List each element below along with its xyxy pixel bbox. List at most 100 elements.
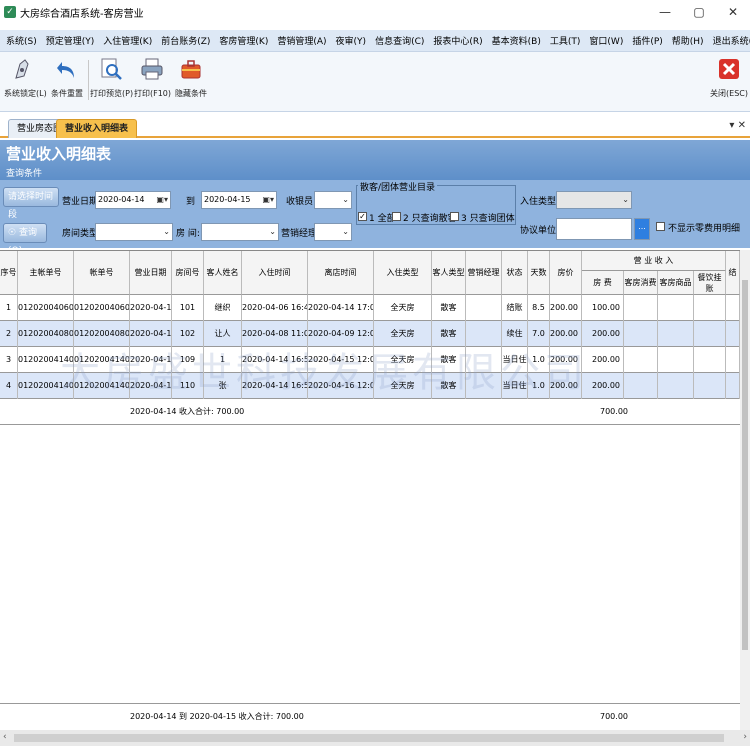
close-window-button[interactable]: ✕	[716, 0, 750, 24]
query-conditions-label: 查询条件	[6, 169, 43, 179]
option-group-checkbox[interactable]	[450, 212, 459, 221]
query-button[interactable]: ☉ 查询(Q)	[3, 223, 47, 256]
guest-type-group-title: 散客/团体营业目录	[358, 180, 438, 193]
reset-conditions-button[interactable]: 条件重置	[48, 56, 86, 99]
col-header-rate[interactable]: 房价	[550, 251, 582, 295]
print-button[interactable]: 打印(F10)	[134, 56, 171, 99]
menu-window[interactable]: 窗口(W)	[589, 34, 623, 47]
room-label: 房 间:	[176, 229, 200, 239]
menu-query[interactable]: 信息查询(C)	[375, 34, 424, 47]
menu-bar: 系统(S) 预定管理(Y) 入住管理(K) 前台账务(Z) 客房管理(K) 营销…	[0, 30, 750, 52]
menu-system[interactable]: 系统(S)	[6, 34, 37, 47]
scroll-right-icon[interactable]: ›	[743, 732, 747, 742]
cashier-select[interactable]: ⌄	[314, 191, 352, 209]
col-header-master-bill[interactable]: 主帐单号	[18, 251, 74, 295]
col-header-settle[interactable]: 结	[726, 251, 740, 295]
title-bar: ✓ 大房综合酒店系统-客房营业 — ▢ ✕	[0, 0, 750, 24]
vertical-scroll-thumb[interactable]	[742, 280, 748, 650]
room-select[interactable]: ⌄	[201, 223, 279, 241]
calendar-icon: ▣▾	[156, 195, 168, 204]
col-group-header-revenue: 营 业 收 入	[582, 251, 726, 271]
query-panel: 请选择时间段 ☉ 查询(Q) 营业日期: 2020-04-14▣▾ 到 2020…	[0, 180, 750, 411]
window-title: 大房综合酒店系统-客房营业	[20, 8, 144, 20]
col-header-guest-type[interactable]: 客人类型	[432, 251, 466, 295]
agreement-browse-button[interactable]: ...	[634, 218, 650, 240]
col-header-no[interactable]: 序号	[0, 251, 18, 295]
horizontal-scroll-thumb[interactable]	[14, 734, 724, 742]
table-row[interactable]: 1 01202004060001 01202004060001 2020-04-…	[0, 295, 740, 321]
menu-exit[interactable]: 退出系统(Q)	[713, 34, 750, 47]
maximize-button[interactable]: ▢	[682, 0, 716, 24]
lock-system-button[interactable]: 系统锁定(L)	[4, 56, 47, 99]
chevron-down-icon: ⌄	[342, 195, 349, 204]
col-header-business-date[interactable]: 营业日期	[130, 251, 172, 295]
tab-revenue-detail[interactable]: 营业收入明细表	[56, 119, 138, 138]
menu-checkin[interactable]: 入住管理(K)	[103, 34, 152, 47]
col-header-days[interactable]: 天数	[528, 251, 550, 295]
search-icon: ☉	[8, 228, 19, 238]
hide-zero-fee-checkbox[interactable]	[656, 222, 665, 231]
print-preview-button[interactable]: 打印预览(P)	[90, 56, 133, 99]
pen-icon	[15, 59, 29, 79]
hide-conditions-button[interactable]: 隐藏条件	[174, 56, 208, 99]
col-header-room[interactable]: 房间号	[172, 251, 204, 295]
printer-icon	[141, 58, 163, 80]
menu-reservation[interactable]: 预定管理(Y)	[46, 34, 95, 47]
col-header-checkout-time[interactable]: 离店时间	[308, 251, 374, 295]
menu-basic-data[interactable]: 基本资料(B)	[492, 34, 541, 47]
col-header-status[interactable]: 状态	[502, 251, 528, 295]
date-from-input[interactable]: 2020-04-14 ▣▾	[95, 191, 171, 209]
grand-total-value: 700.00	[600, 712, 628, 721]
agreement-unit-label: 协议单位:	[520, 226, 560, 236]
col-header-room-fee[interactable]: 房 费	[582, 271, 624, 295]
menu-front-accounts[interactable]: 前台账务(Z)	[161, 34, 210, 47]
sales-manager-select[interactable]: ⌄	[314, 223, 352, 241]
col-header-room-goods[interactable]: 客房商品	[658, 271, 694, 295]
col-header-guest-name[interactable]: 客人姓名	[204, 251, 242, 295]
option-walkin-checkbox[interactable]	[392, 212, 401, 221]
option-group-label: 3 只查询团体	[461, 214, 515, 224]
col-header-bill[interactable]: 帐单号	[74, 251, 130, 295]
close-red-icon	[719, 59, 739, 79]
col-header-checkin-time[interactable]: 入住时间	[242, 251, 308, 295]
close-page-button[interactable]: 关闭(ESC)	[710, 56, 748, 99]
date-to-input[interactable]: 2020-04-15 ▣▾	[201, 191, 277, 209]
menu-reports[interactable]: 报表中心(R)	[433, 34, 482, 47]
scroll-left-icon[interactable]: ‹	[3, 732, 7, 742]
minimize-button[interactable]: —	[648, 0, 682, 24]
room-type-select[interactable]: ⌄	[95, 223, 173, 241]
tab-strip: 营业房态图 营业收入明细表 ▾ ✕	[0, 116, 750, 138]
col-header-room-consumption[interactable]: 客房消费	[624, 271, 658, 295]
horizontal-scrollbar[interactable]: ‹ ›	[0, 730, 750, 746]
menu-tools[interactable]: 工具(T)	[550, 34, 581, 47]
page-title: 营业收入明细表	[6, 145, 112, 163]
watermark-text: 大房盛世科技发展有限公司	[60, 350, 588, 396]
magnifier-icon	[101, 58, 122, 80]
vertical-scrollbar[interactable]	[740, 250, 750, 730]
subtotal-label: 2020-04-14 收入合计: 700.00	[130, 407, 245, 416]
toolbar-separator	[88, 60, 89, 100]
menu-plugins[interactable]: 插件(P)	[632, 34, 662, 47]
revenue-table: 序号 主帐单号 帐单号 营业日期 房间号 客人姓名 入住时间 离店时间 入住类型…	[0, 250, 740, 730]
tab-controls[interactable]: ▾ ✕	[729, 120, 746, 131]
menu-night-audit[interactable]: 夜审(Y)	[336, 34, 367, 47]
col-header-checkin-type[interactable]: 入住类型	[374, 251, 432, 295]
col-header-dining-charge[interactable]: 餐饮挂账	[694, 271, 726, 295]
option-walkin-label: 2 只查询散客	[403, 214, 457, 224]
to-label: 到	[186, 197, 196, 207]
briefcase-icon	[181, 60, 201, 79]
app-window: ✓ 大房综合酒店系统-客房营业 — ▢ ✕ 系统(S) 预定管理(Y) 入住管理…	[0, 0, 750, 750]
chevron-down-icon: ⌄	[622, 195, 629, 204]
menu-room-management[interactable]: 客房管理(K)	[219, 34, 268, 47]
window-controls: — ▢ ✕	[648, 0, 750, 24]
col-header-sales-manager[interactable]: 营销经理	[466, 251, 502, 295]
time-range-button[interactable]: 请选择时间段	[3, 187, 59, 220]
calendar-icon: ▣▾	[262, 195, 274, 204]
checkin-type-select[interactable]: ⌄	[556, 191, 632, 209]
grand-total-label: 2020-04-14 到 2020-04-15 收入合计: 700.00	[130, 712, 304, 721]
agreement-unit-input[interactable]	[556, 218, 632, 240]
menu-sales[interactable]: 营销管理(A)	[277, 34, 326, 47]
menu-help[interactable]: 帮助(H)	[672, 34, 704, 47]
option-all-checkbox[interactable]: ✓	[358, 212, 367, 221]
subtotal-value: 700.00	[600, 407, 628, 416]
